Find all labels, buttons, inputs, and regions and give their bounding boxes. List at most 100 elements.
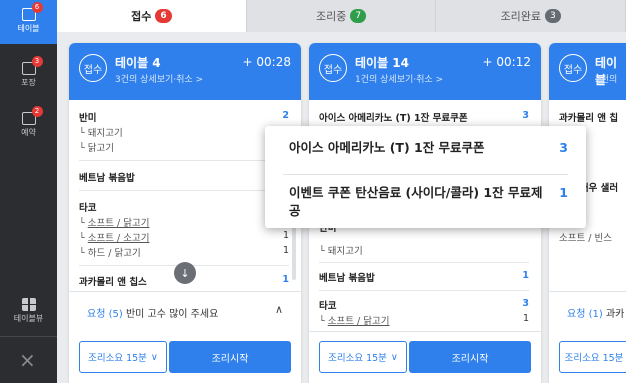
tab-label: 접수 — [131, 10, 152, 23]
list-item: 과카몰리 앤 칩 — [559, 110, 626, 124]
sub-item-name: └ 소프트 / 닭고기 — [319, 316, 390, 327]
sidebar-badge: 6 — [31, 2, 43, 13]
tab-label: 조리중 — [315, 10, 347, 23]
divider — [283, 174, 568, 175]
tab-count-badge: 6 — [155, 9, 172, 23]
list-item: 타코 — [79, 200, 289, 214]
sub-item-name: └ 소프트 / 소고기 — [79, 233, 150, 244]
tab-received[interactable]: 접수 6 — [57, 0, 247, 32]
popover-item-qty: 3 — [559, 140, 568, 155]
sub-item-name: 소프트 / 빈스 — [559, 233, 612, 244]
chevron-down-icon: ∨ — [150, 351, 158, 363]
status-tabs: 접수 6 조리중 7 조리완료 3 — [57, 0, 626, 32]
sub-item: └ 닭고기 — [79, 140, 289, 154]
item-qty: 2 — [282, 110, 289, 121]
item-qty: 1 — [282, 274, 289, 285]
accept-button[interactable]: 접수 — [79, 54, 107, 82]
chevron-down-icon: ∨ — [390, 351, 398, 363]
tab-label: 조리완료 — [500, 10, 542, 23]
divider — [319, 290, 529, 291]
divider — [79, 190, 289, 191]
item-name: 아이스 아메리카노 (T) 1잔 무료쿠폰 — [319, 113, 468, 124]
sidebar-badge: 2 — [31, 106, 43, 117]
start-cooking-button[interactable]: 조리시작 — [409, 341, 531, 373]
close-icon[interactable]: × — [19, 348, 36, 372]
card-timer: + 00:12 — [482, 55, 531, 69]
divider — [319, 262, 529, 263]
list-item: 반미 2 — [79, 110, 289, 124]
card-header: 접수 테이블 4 3건의 상세보기·취소 > + 00:28 — [69, 43, 301, 100]
item-name: 타코 — [319, 301, 337, 312]
sidebar-item-table-view[interactable]: 테이블뷰 — [0, 298, 57, 332]
item-name: 베트남 볶음밥 — [319, 273, 375, 284]
cook-time-select[interactable]: 조리소요 15분 — [559, 341, 626, 373]
item-name: 과카몰리 앤 칩 — [559, 113, 619, 124]
item-qty: 3 — [522, 110, 529, 121]
sub-item: └ 돼지고기 — [79, 125, 289, 139]
popover-item: 이벤트 쿠폰 탄산음료 (사이다/콜라) 1잔 무료제공 1 — [289, 184, 568, 220]
card-footer: 요청 (5) 반미 고수 많이 주세요 ∧ 조리소요 15분 ∨ 조리시작 — [69, 291, 301, 383]
calendar-icon: 2 — [21, 106, 43, 125]
tab-count-badge: 3 — [545, 9, 561, 23]
cook-time-select[interactable]: 조리소요 15분 ∨ — [79, 341, 167, 373]
sub-item-qty: 1 — [522, 313, 529, 324]
card-detail-link[interactable]: 3건의 상세보기·취소 > — [115, 72, 203, 85]
request-label: 요청 (5) — [87, 309, 123, 320]
sidebar-item-reservation[interactable]: 2 예약 — [0, 106, 57, 146]
start-cooking-button[interactable]: 조리시작 — [169, 341, 291, 373]
sub-item-qty: 1 — [282, 230, 289, 241]
card-header: 접수 테이블 14 1건의 상세보기·취소 > + 00:12 — [309, 43, 541, 100]
chevron-up-icon[interactable]: ∧ — [275, 303, 283, 316]
list-item: 아이스 아메리카노 (T) 1잔 무료쿠폰 3 — [319, 110, 529, 124]
request-note: 요청 (1) 과카 — [567, 309, 625, 320]
popover-item-name: 아이스 아메리카노 (T) 1잔 무료쿠폰 — [289, 140, 485, 155]
sidebar-item-takeout[interactable]: 3 포장 — [0, 56, 57, 96]
sub-item: └ 소프트 / 닭고기 — [79, 215, 289, 229]
item-qty: 3 — [522, 298, 529, 309]
card-timer: + 00:28 — [242, 55, 291, 69]
request-note: 요청 (5) 반미 고수 많이 주세요 — [87, 305, 218, 320]
sub-item-name: └ 하드 / 닭고기 — [79, 248, 141, 259]
card-detail-link[interactable]: 1건의 상세보기·취소 > — [355, 72, 443, 85]
sidebar-badge: 3 — [31, 56, 43, 67]
sub-item-name: └ 닭고기 — [79, 143, 114, 154]
card-title: 테이블 4 — [115, 56, 161, 70]
divider — [79, 160, 289, 161]
sidebar-item-label: 포장 — [21, 78, 36, 87]
sub-item: └ 돼지고기 — [319, 243, 529, 257]
sub-item: └ 소프트 / 소고기 1 — [79, 230, 289, 244]
tab-done[interactable]: 조리완료 3 — [436, 0, 626, 32]
tab-cooking[interactable]: 조리중 7 — [247, 0, 437, 32]
item-name: 베트남 볶음밥 — [79, 173, 135, 184]
sub-item-qty: 1 — [282, 245, 289, 256]
request-text: 반미 고수 많이 주세요 — [125, 309, 219, 320]
table-icon: 6 — [21, 2, 43, 21]
item-name: 타코 — [79, 203, 97, 214]
popover-item-name: 이벤트 쿠폰 탄산음료 (사이다/콜라) 1잔 무료제공 — [289, 185, 543, 218]
scroll-down-icon[interactable]: ↓ — [174, 262, 196, 284]
sub-item-name: └ 소프트 / 닭고기 — [79, 218, 150, 229]
card-detail-link[interactable]: 2건의 — [595, 72, 617, 85]
card-header: 접수 테이블 2건의 — [549, 43, 626, 100]
coupon-popover: 아이스 아메리카노 (T) 1잔 무료쿠폰 3 이벤트 쿠폰 탄산음료 (사이다/… — [265, 126, 586, 228]
card-footer: 요청 (1) 과카 조리소요 15분 — [549, 291, 626, 383]
sub-item: └ 하드 / 닭고기 1 — [79, 245, 289, 259]
sub-item: 소프트 / 빈스 — [559, 230, 626, 244]
sidebar-item-table[interactable]: 6 테이블 — [0, 0, 57, 44]
cook-time-select[interactable]: 조리소요 15분 ∨ — [319, 341, 407, 373]
accept-button[interactable]: 접수 — [559, 54, 587, 82]
grid-icon — [21, 298, 36, 311]
list-item: 베트남 볶음밥 1 — [319, 270, 529, 284]
sub-item-name: └ 돼지고기 — [319, 246, 363, 257]
popover-item-qty: 1 — [559, 185, 568, 200]
bag-icon: 3 — [21, 56, 43, 75]
card-footer: 조리소요 15분 ∨ 조리시작 — [309, 331, 541, 383]
accept-button[interactable]: 접수 — [319, 54, 347, 82]
sidebar-item-label: 테이블 — [17, 24, 40, 33]
sidebar-divider — [0, 336, 57, 337]
item-qty: 1 — [522, 270, 529, 281]
item-name: 과카몰리 앤 칩스 — [79, 277, 147, 288]
sidebar-item-label: 예약 — [21, 128, 36, 137]
sidebar: 6 테이블 3 포장 2 예약 테이블뷰 × — [0, 0, 57, 383]
tab-count-badge: 7 — [350, 9, 367, 23]
